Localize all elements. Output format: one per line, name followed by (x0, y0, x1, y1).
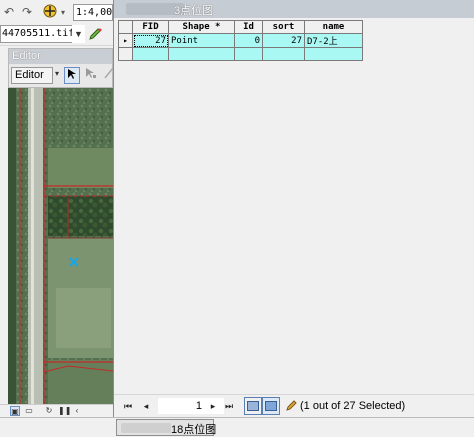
column-header-name[interactable]: name (304, 20, 363, 34)
editor-menu-label: Editor (15, 69, 44, 81)
cell-empty[interactable] (132, 47, 169, 61)
window-title: 3点位图 (174, 5, 214, 17)
editor-panel-title: Editor (9, 49, 112, 64)
show-selected-records-icon[interactable] (262, 397, 280, 415)
first-record-icon[interactable]: ⏮ (122, 399, 134, 413)
editor-menu-button[interactable]: Editor (11, 67, 53, 84)
next-record-icon[interactable]: ▸ (207, 399, 219, 413)
cell-name[interactable]: D7-2上 (304, 33, 363, 48)
window-title-bar[interactable]: 3点位图 (114, 0, 474, 18)
column-header-id[interactable]: Id (234, 20, 263, 34)
edit-pencil-icon[interactable] (88, 27, 102, 44)
last-record-icon[interactable]: ⏭ (223, 399, 235, 413)
row-indicator[interactable]: ▸ (118, 33, 133, 48)
cell-empty[interactable] (304, 47, 363, 61)
map-scale-input[interactable]: 1:4,000 (73, 4, 113, 21)
add-data-icon[interactable] (42, 3, 58, 22)
data-view-icon[interactable]: ▣ (10, 406, 20, 416)
show-all-records-icon[interactable] (244, 397, 262, 415)
column-header-fid[interactable]: FID (132, 20, 169, 34)
dropdown-icon[interactable]: ▾ (61, 6, 65, 20)
layout-view-bar: ▣ ▭ ↻ ❚❚ ‹ (0, 404, 113, 417)
refresh-icon[interactable]: ↻ (44, 406, 54, 416)
edit-vertices-icon[interactable] (83, 67, 99, 84)
attribute-table-window: 3点位图 FID Shape * Id sort name ▸ 27 Point… (113, 0, 474, 417)
editor-toolbar-panel: Editor Editor ▾ (8, 48, 114, 88)
table-tab-bar: 18点位图 (0, 417, 474, 437)
table-row[interactable]: ▸ 27 Point 0 27 D7-2上 (118, 33, 363, 48)
table-tab-label: 18点位图 (171, 424, 217, 436)
satellite-image (8, 88, 113, 404)
pause-icon[interactable]: ❚❚ (58, 406, 71, 416)
new-record-row[interactable] (118, 47, 363, 61)
column-header-shape[interactable]: Shape * (168, 20, 235, 34)
chevron-down-icon[interactable]: ▼ (72, 25, 85, 43)
select-arrow-icon[interactable] (64, 67, 80, 84)
chevron-down-icon: ▾ (55, 69, 60, 78)
column-header-sort[interactable]: sort (262, 20, 305, 34)
cell-empty[interactable] (262, 47, 305, 61)
main-toolbar: ↶ ↷ ▾ 1:4,000 44705511.tif ▼ (0, 0, 113, 46)
blurred-tab-prefix (121, 423, 171, 433)
redo-icon[interactable]: ↷ (22, 5, 32, 19)
cell-id[interactable]: 0 (234, 33, 263, 48)
edit-pencil-icon (286, 399, 298, 414)
cell-empty[interactable] (234, 47, 263, 61)
scroll-left-icon[interactable]: ‹ (72, 406, 82, 416)
map-view[interactable] (8, 88, 113, 404)
cell-sort[interactable]: 27 (262, 33, 305, 48)
row-indicator[interactable] (118, 47, 133, 61)
previous-record-icon[interactable]: ◂ (140, 399, 152, 413)
table-tab[interactable]: 18点位图 (116, 419, 217, 436)
cell-shape[interactable]: Point (168, 33, 235, 48)
selection-status: (1 out of 27 Selected) (300, 400, 406, 412)
attribute-grid: FID Shape * Id sort name ▸ 27 Point 0 27… (118, 20, 363, 61)
cell-fid[interactable]: 27 (132, 33, 169, 48)
cell-empty[interactable] (168, 47, 235, 61)
layout-view-icon[interactable]: ▭ (24, 406, 34, 416)
row-header-corner[interactable] (118, 20, 133, 34)
record-navigation-bar: ⏮ ◂ 1 ▸ ⏭ (1 out of 27 Selected) (114, 394, 474, 417)
undo-icon[interactable]: ↶ (4, 5, 14, 19)
header-row: FID Shape * Id sort name (118, 20, 363, 34)
